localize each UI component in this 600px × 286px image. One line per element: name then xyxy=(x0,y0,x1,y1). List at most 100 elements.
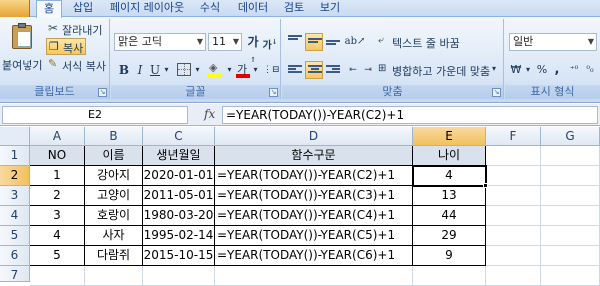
table-cell[interactable]: 1995-02-14 xyxy=(143,226,215,246)
empty-cell[interactable] xyxy=(486,266,541,286)
function-icon[interactable]: fx xyxy=(204,107,215,121)
grow-font-button[interactable]: 가↑ xyxy=(245,33,261,64)
table-cell[interactable]: 호랑이 xyxy=(85,206,143,226)
formula-input[interactable]: =YEAR(TODAY())-YEAR(C2)+1 xyxy=(222,106,598,124)
empty-cell[interactable] xyxy=(143,266,215,286)
empty-cell[interactable] xyxy=(486,146,541,166)
empty-cell[interactable] xyxy=(486,166,541,186)
copy-button[interactable]: ❐ 복사 xyxy=(46,38,86,55)
format-painter-button[interactable]: ✎ 서식 복사 xyxy=(48,57,110,73)
table-cell[interactable]: 2020-01-01 xyxy=(143,166,215,186)
row-header-4[interactable]: 4 xyxy=(0,206,30,226)
tab-view[interactable]: 보기 xyxy=(316,0,344,17)
table-cell[interactable]: 1 xyxy=(30,166,85,186)
table-cell[interactable]: 13 xyxy=(413,186,486,206)
table-cell[interactable]: 강아지 xyxy=(85,166,143,186)
table-cell[interactable]: 2015-10-15 xyxy=(143,246,215,266)
table-header-cell[interactable]: 이름 xyxy=(85,146,143,166)
clipboard-launcher-icon[interactable]: ↘ xyxy=(98,88,107,97)
table-header-cell[interactable]: NO xyxy=(30,146,85,166)
align-center-button[interactable] xyxy=(305,61,323,79)
name-box[interactable]: E2 xyxy=(2,106,188,124)
currency-button[interactable]: ₩ xyxy=(509,61,523,79)
table-cell[interactable]: =YEAR(TODAY())-YEAR(C3)+1 xyxy=(215,186,413,206)
tab-page-layout[interactable]: 페이지 레이아웃 xyxy=(106,0,188,17)
tab-data[interactable]: 데이터 xyxy=(232,0,274,17)
row-header-1[interactable]: 1 xyxy=(0,146,30,166)
chevron-down-icon[interactable]: ▾ xyxy=(225,61,234,79)
empty-cell[interactable] xyxy=(541,206,600,226)
tab-review[interactable]: 검토 xyxy=(280,0,308,17)
row-header-6[interactable]: 6 xyxy=(0,246,30,266)
column-header-c[interactable]: C xyxy=(143,127,215,146)
table-cell[interactable]: 9 xyxy=(413,246,486,266)
chevron-down-icon[interactable]: ▾ xyxy=(524,61,532,79)
chevron-down-icon[interactable]: ▾ xyxy=(193,61,202,79)
table-cell[interactable]: =YEAR(TODAY())-YEAR(C2)+1 xyxy=(215,166,413,186)
cut-button[interactable]: ✂ 잘라내기 xyxy=(48,21,108,37)
wrap-text-button[interactable]: ⤶ 텍스트 줄 바꿈 xyxy=(378,33,498,51)
empty-cell[interactable] xyxy=(413,266,486,286)
column-header-a[interactable]: A xyxy=(30,127,85,146)
fill-handle[interactable] xyxy=(483,183,488,188)
bold-button[interactable]: B xyxy=(116,61,132,79)
align-middle-button[interactable] xyxy=(305,33,323,51)
merge-center-button[interactable]: ⊞ 병합하고 가운데 맞춤 ▾ xyxy=(378,61,502,79)
font-name-select[interactable]: 맑은 고딕 ▼ xyxy=(114,33,206,51)
font-launcher-icon[interactable]: ↘ xyxy=(269,88,278,97)
table-cell[interactable]: 5 xyxy=(30,246,85,266)
table-cell[interactable]: =YEAR(TODAY())-YEAR(C6)+1 xyxy=(215,246,413,266)
tab-home[interactable]: 홈 xyxy=(36,0,62,18)
paste-button[interactable]: 붙여넣기 xyxy=(2,23,42,73)
table-cell[interactable]: 4 xyxy=(413,166,486,186)
column-header-d[interactable]: D xyxy=(215,127,413,146)
comma-button[interactable]: , xyxy=(551,61,563,79)
table-cell[interactable]: 4 xyxy=(30,226,85,246)
shrink-font-button[interactable]: 가↓ xyxy=(262,33,278,51)
table-cell[interactable]: 다람쥐 xyxy=(85,246,143,266)
empty-cell[interactable] xyxy=(486,206,541,226)
table-cell[interactable]: 1980-03-20 xyxy=(143,206,215,226)
table-cell[interactable]: 고양이 xyxy=(85,186,143,206)
empty-cell[interactable] xyxy=(486,246,541,266)
select-all-corner[interactable] xyxy=(0,127,30,146)
table-header-cell[interactable]: 나이 xyxy=(413,146,486,166)
table-cell[interactable]: 2 xyxy=(30,186,85,206)
column-header-f[interactable]: F xyxy=(486,127,541,146)
empty-cell[interactable] xyxy=(541,186,600,206)
table-cell[interactable]: 44 xyxy=(413,206,486,226)
align-right-button[interactable] xyxy=(324,61,342,79)
empty-cell[interactable] xyxy=(215,266,413,286)
increase-decimal-icon[interactable]: ⁺⁰ xyxy=(567,61,581,79)
chevron-down-icon[interactable]: ▾ xyxy=(251,61,260,79)
empty-cell[interactable] xyxy=(541,266,600,286)
font-size-select[interactable]: 11 ▼ xyxy=(208,33,242,51)
row-header-7[interactable]: 7 xyxy=(0,266,30,282)
column-header-b[interactable]: B xyxy=(85,127,143,146)
chevron-down-icon[interactable]: ▾ xyxy=(162,61,171,79)
decrease-decimal-icon[interactable]: ⁰₀ xyxy=(583,61,597,79)
office-button[interactable] xyxy=(0,0,30,17)
row-header-3[interactable]: 3 xyxy=(0,186,30,206)
align-top-button[interactable] xyxy=(286,33,304,51)
number-format-select[interactable]: 일반 ▼ xyxy=(509,33,597,51)
row-header-5[interactable]: 5 xyxy=(0,226,30,246)
underline-button[interactable]: U xyxy=(148,61,162,79)
table-cell[interactable]: 사자 xyxy=(85,226,143,246)
table-cell[interactable]: 2011-05-01 xyxy=(143,186,215,206)
empty-cell[interactable] xyxy=(30,266,85,286)
empty-cell[interactable] xyxy=(541,166,600,186)
table-cell[interactable]: 3 xyxy=(30,206,85,226)
font-color-button[interactable]: 가 xyxy=(235,61,251,79)
empty-cell[interactable] xyxy=(85,266,143,286)
align-bottom-button[interactable] xyxy=(324,33,342,51)
fill-color-button[interactable]: ◈ xyxy=(207,61,225,79)
phonetic-icon[interactable]: ⋮⊟ xyxy=(263,61,280,79)
increase-indent-icon[interactable]: ⇥ xyxy=(361,61,375,79)
empty-cell[interactable] xyxy=(541,146,600,166)
table-cell[interactable]: =YEAR(TODAY())-YEAR(C5)+1 xyxy=(215,226,413,246)
table-header-cell[interactable]: 함수구문 xyxy=(215,146,413,166)
empty-cell[interactable] xyxy=(541,246,600,266)
row-header-2[interactable]: 2 xyxy=(0,166,30,186)
tab-formulas[interactable]: 수식 xyxy=(196,0,224,17)
